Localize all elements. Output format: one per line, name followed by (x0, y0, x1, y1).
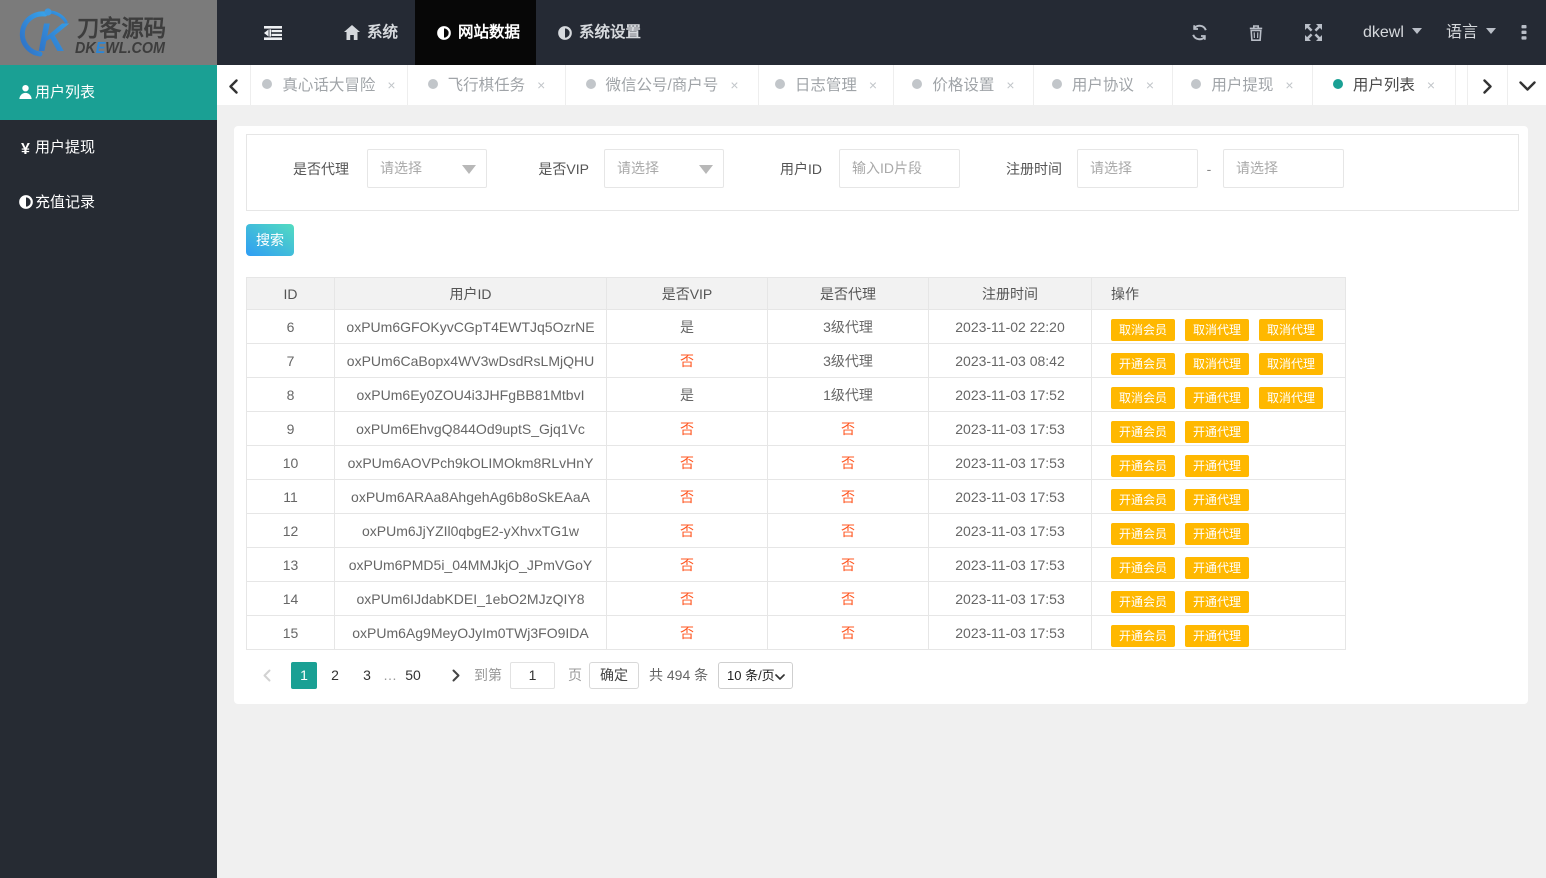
svg-text:K: K (38, 16, 70, 60)
svg-text:刀客源码: 刀客源码 (77, 15, 166, 41)
svg-text:DKEWL.COM: DKEWL.COM (75, 40, 166, 57)
